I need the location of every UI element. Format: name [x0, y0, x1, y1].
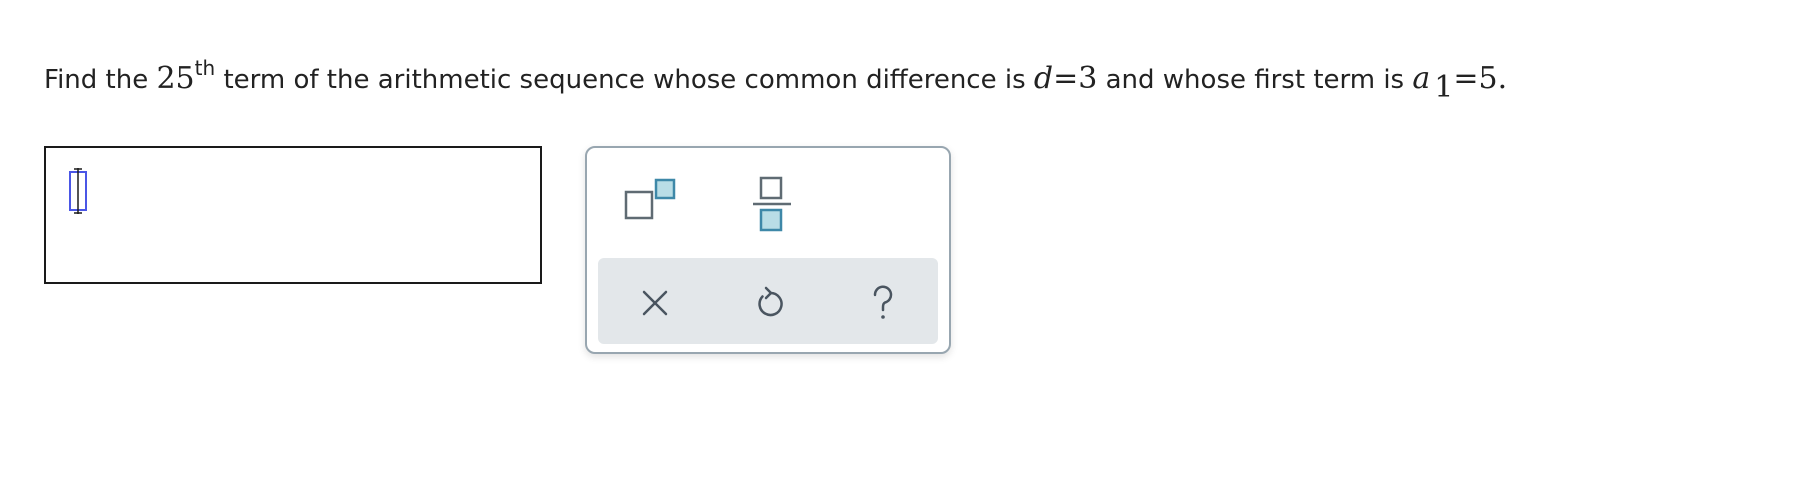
help-button[interactable]	[862, 282, 904, 324]
text-cursor-icon	[69, 168, 87, 214]
first-term-variable: a	[1412, 61, 1431, 96]
undo-icon	[758, 286, 783, 317]
term-suffix: th	[194, 56, 216, 80]
exponent-button[interactable]	[623, 176, 679, 224]
question-and: and whose first term is	[1097, 65, 1413, 95]
answer-input[interactable]	[44, 146, 542, 284]
question-prefix: Find the	[44, 65, 157, 95]
clear-button[interactable]	[634, 282, 676, 324]
question-middle: term of the arithmetic sequence whose co…	[215, 65, 1034, 95]
first-term-subscript: 1	[1434, 70, 1454, 105]
question-mark-icon	[873, 285, 893, 319]
fraction-button[interactable]	[747, 174, 797, 234]
first-term-value: =5.	[1453, 61, 1508, 96]
term-number: 25	[156, 61, 195, 96]
close-icon	[642, 290, 668, 316]
math-palette	[585, 146, 951, 354]
palette-templates	[587, 148, 949, 256]
palette-actions	[598, 258, 938, 344]
undo-button[interactable]	[748, 282, 790, 324]
common-difference-value: =3	[1053, 61, 1098, 96]
fraction-icon	[753, 176, 791, 232]
superscript-icon	[624, 178, 676, 220]
question-text: Find the 25th term of the arithmetic seq…	[44, 44, 1507, 112]
common-difference-variable: d	[1033, 61, 1054, 96]
